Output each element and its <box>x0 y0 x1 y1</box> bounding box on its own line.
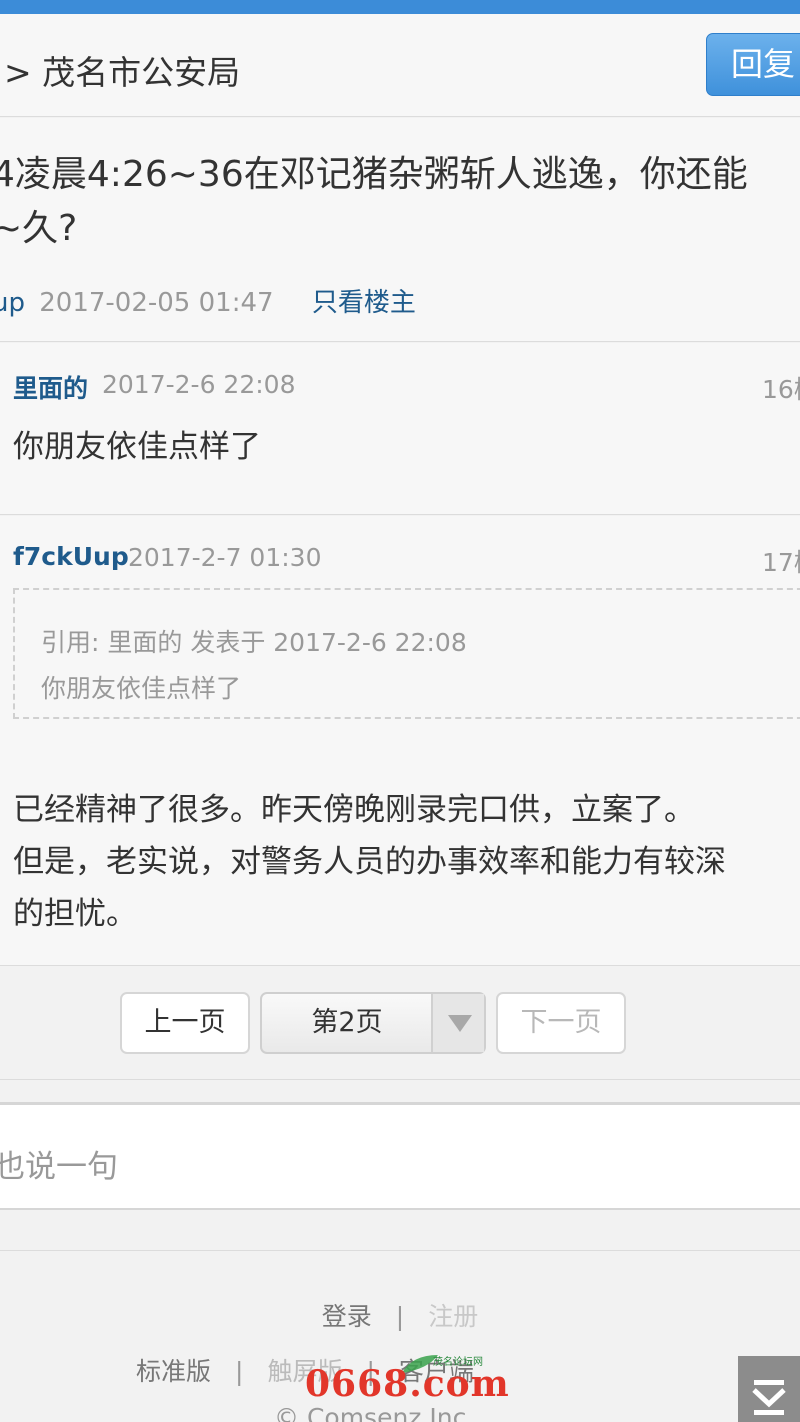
thread-title: 4凌晨4:26~36在邓记猪杂粥斩人逃逸，你还能 ~久? <box>0 148 800 256</box>
separator: | <box>395 1302 405 1331</box>
page-header: > 茂名市公安局 回复 <box>0 14 800 117</box>
scroll-button[interactable] <box>738 1356 800 1422</box>
thread-meta: up 2017-02-05 01:47 只看楼主 <box>0 282 416 319</box>
download-arrow-icon <box>752 1380 786 1415</box>
thread-title-line-2: ~久? <box>0 208 78 249</box>
reply-placeholder: 也说一句 <box>0 1149 118 1185</box>
thread-date: 2017-02-05 01:47 <box>39 288 274 318</box>
thread-title-line-1: 4凌晨4:26~36在邓记猪杂粥斩人逃逸，你还能 <box>0 154 748 195</box>
standard-version-link[interactable]: 标准版 <box>136 1357 211 1386</box>
site-watermark: 茂名论坛网 0668.com <box>305 1353 509 1405</box>
post-body: 已经精神了很多。昨天傍晚刚录完口供，立案了。 但是，老实说，对警务人员的办事效率… <box>13 784 726 940</box>
triangle-down-icon[interactable] <box>431 994 484 1052</box>
post-quote: 引用: 里面的 发表于 2017-2-6 22:08 你朋友依佳点样了 <box>13 588 800 719</box>
login-link[interactable]: 登录 <box>322 1302 372 1331</box>
page-select[interactable]: 第2页 <box>260 992 486 1054</box>
post-body-line-3: 的担忧。 <box>13 896 137 932</box>
top-accent-bar <box>0 0 800 14</box>
copyright: © Comsenz Inc. <box>274 1403 475 1422</box>
thread-author[interactable]: up <box>0 288 25 318</box>
only-owner-link[interactable]: 只看楼主 <box>312 288 416 318</box>
post-item: f7ckUup 2017-2-7 01:30 17楼 引用: 里面的 发表于 2… <box>0 516 800 966</box>
post-author[interactable]: f7ckUup <box>13 542 129 571</box>
separator: | <box>235 1357 244 1386</box>
post-author[interactable]: 里面的 <box>13 369 88 405</box>
quick-reply-input[interactable]: 也说一句 <box>0 1102 800 1210</box>
pagination: 上一页 第2页 下一页 <box>0 967 800 1080</box>
post-body-line-2: 但是，老实说，对警务人员的办事效率和能力有较深 <box>13 844 726 880</box>
breadcrumb[interactable]: > 茂名市公安局 <box>4 46 240 94</box>
post-date: 2017-2-7 01:30 <box>128 543 322 572</box>
quote-text: 你朋友依佳点样了 <box>41 674 242 703</box>
post-floor: 17楼 <box>762 548 800 577</box>
quote-header: 引用: 里面的 发表于 2017-2-6 22:08 <box>41 628 467 657</box>
next-page-button[interactable]: 下一页 <box>496 992 626 1054</box>
post-floor: 16楼 <box>762 375 800 404</box>
reply-button[interactable]: 回复 <box>706 33 800 96</box>
page-select-value: 第2页 <box>311 1007 383 1038</box>
register-link[interactable]: 注册 <box>428 1302 478 1331</box>
prev-page-button[interactable]: 上一页 <box>120 992 250 1054</box>
post-item: 里面的 2017-2-6 22:08 16楼 你朋友依佳点样了 <box>0 343 800 515</box>
thread-header: 4凌晨4:26~36在邓记猪杂粥斩人逃逸，你还能 ~久? up 2017-02-… <box>0 118 800 342</box>
watermark-text: 0668.com <box>305 1363 510 1405</box>
post-body: 你朋友依佳点样了 <box>13 429 261 465</box>
post-date: 2017-2-6 22:08 <box>102 370 296 399</box>
footer-auth-links: 登录 | 注册 <box>0 1297 800 1333</box>
post-body-line-1: 已经精神了很多。昨天傍晚刚录完口供，立案了。 <box>13 792 695 828</box>
